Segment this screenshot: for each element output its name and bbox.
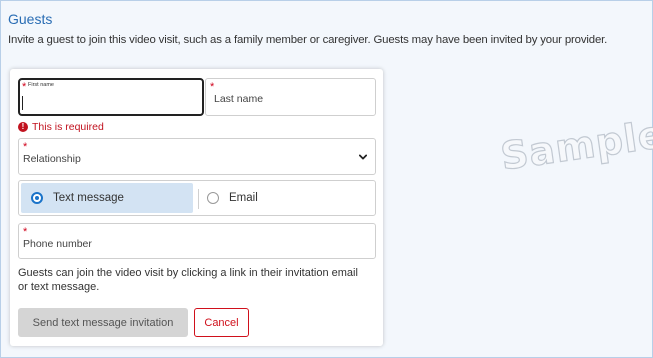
first-name-label: First name — [28, 82, 54, 88]
first-name-field[interactable]: * First name — [18, 78, 204, 116]
required-asterisk: * — [23, 141, 28, 153]
error-circle-icon: ! — [18, 122, 28, 132]
last-name-label: Last name — [214, 93, 264, 105]
email-label: Email — [229, 192, 258, 204]
radio-unselected-icon[interactable] — [207, 192, 219, 204]
cancel-button[interactable]: Cancel — [194, 308, 249, 337]
text-message-label: Text message — [53, 192, 124, 204]
sample-watermark: Sample — [497, 111, 653, 179]
required-asterisk: * — [210, 81, 215, 93]
radio-selected-icon[interactable] — [31, 192, 43, 204]
required-asterisk: * — [23, 226, 28, 238]
invite-note: Guests can join the video visit by click… — [18, 267, 358, 293]
section-intro: Invite a guest to join this video visit,… — [8, 34, 608, 46]
text-message-option[interactable]: Text message — [21, 183, 193, 213]
phone-number-label: Phone number — [23, 238, 92, 250]
option-divider — [198, 189, 199, 209]
contact-method-group: Text message Email — [18, 180, 376, 216]
last-name-field[interactable]: * Last name — [205, 78, 376, 116]
email-option[interactable]: Email — [207, 183, 258, 213]
text-cursor — [22, 96, 23, 110]
section-title: Guests — [8, 11, 53, 27]
guests-panel: Guests Invite a guest to join this video… — [0, 0, 653, 358]
invite-form-card: * First name * Last name ! This is requi… — [10, 69, 383, 346]
error-text: This is required — [32, 121, 104, 133]
relationship-select[interactable]: * Relationship — [18, 138, 376, 175]
required-asterisk: * — [22, 81, 27, 93]
chevron-down-icon — [359, 154, 367, 160]
phone-number-field[interactable]: * Phone number — [18, 223, 376, 259]
relationship-label: Relationship — [23, 153, 81, 165]
send-invitation-button[interactable]: Send text message invitation — [18, 308, 188, 337]
first-name-error: ! This is required — [18, 121, 104, 133]
